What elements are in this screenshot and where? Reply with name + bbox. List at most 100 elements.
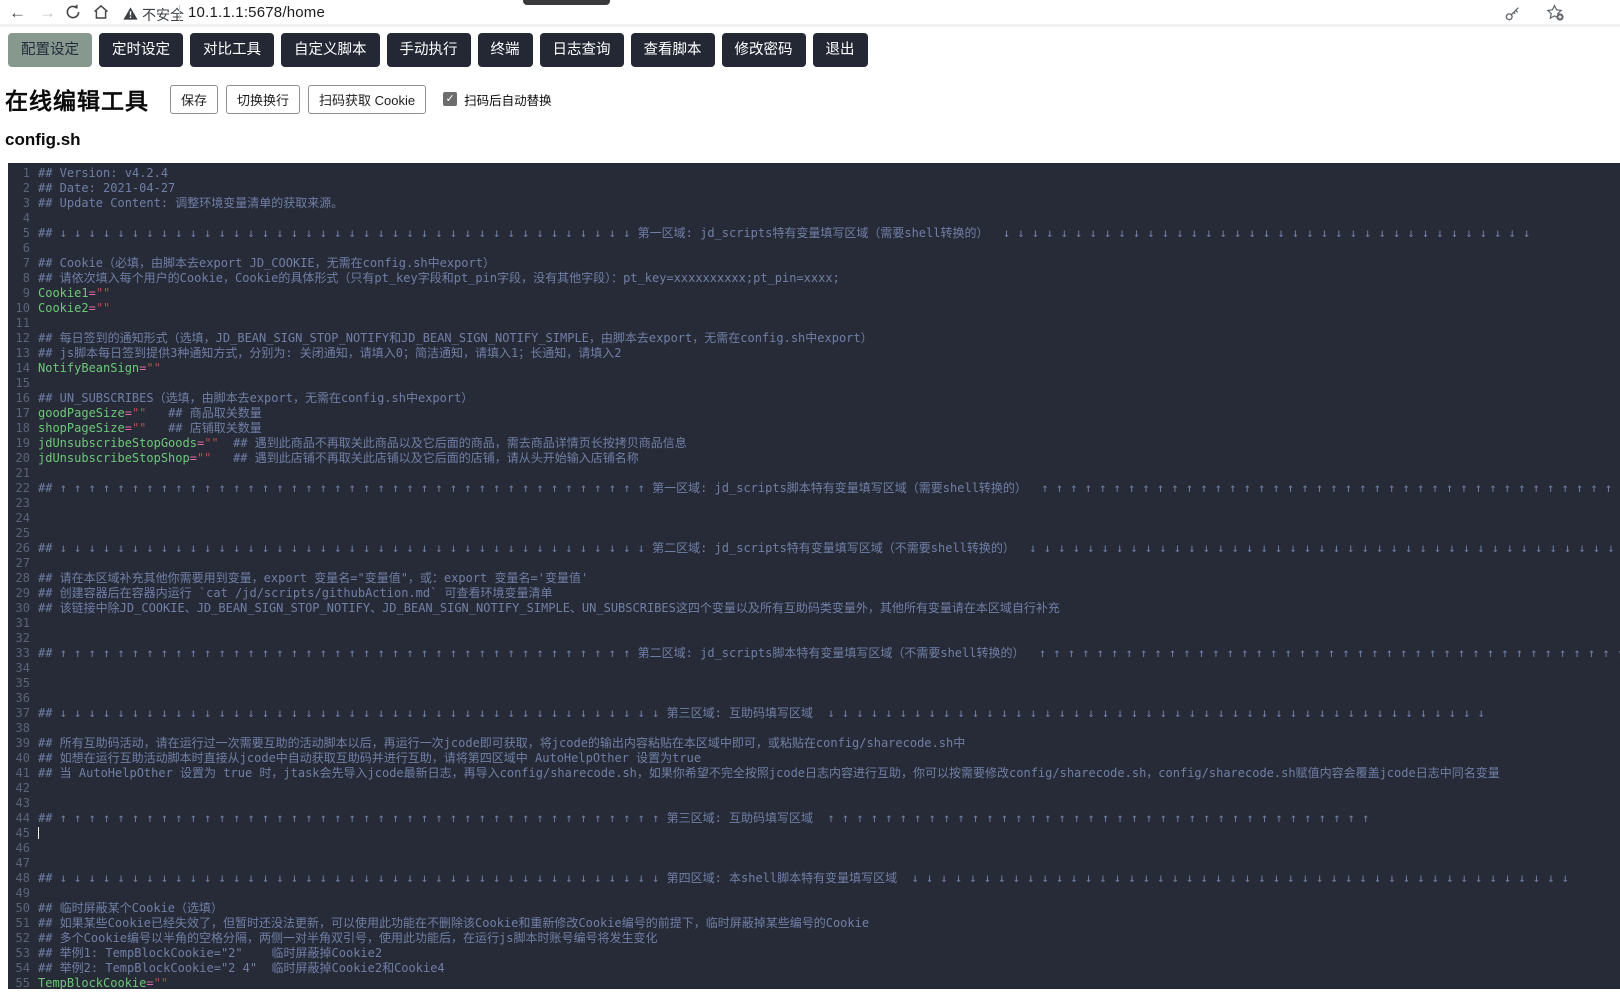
- editor-line[interactable]: 1## Version: v4.2.4: [8, 166, 1620, 181]
- nav-bar: 配置设定定时设定对比工具自定义脚本手动执行终端日志查询查看脚本修改密码退出: [0, 27, 1620, 67]
- editor-line[interactable]: 50 ## 临时屏蔽某个Cookie（选填）: [8, 901, 1620, 916]
- editor-line[interactable]: 32: [8, 631, 1620, 646]
- nav-terminal[interactable]: 终端: [478, 33, 533, 67]
- forward-icon[interactable]: →: [39, 2, 56, 24]
- home-icon[interactable]: [92, 3, 110, 21]
- editor-line[interactable]: 4: [8, 211, 1620, 226]
- editor-line[interactable]: 34: [8, 661, 1620, 676]
- save-button[interactable]: 保存: [170, 85, 218, 114]
- warning-icon[interactable]: [123, 7, 138, 20]
- editor-line[interactable]: 47: [8, 856, 1620, 871]
- editor-line[interactable]: 45: [8, 826, 1620, 841]
- editor-line[interactable]: 49: [8, 886, 1620, 901]
- editor-line[interactable]: 18shopPageSize="" ## 店铺取关数量: [8, 421, 1620, 436]
- editor-line[interactable]: 24: [8, 511, 1620, 526]
- editor-line[interactable]: 36: [8, 691, 1620, 706]
- editor-line[interactable]: 7## Cookie（必填，由脚本去export JD_COOKIE，无需在co…: [8, 256, 1620, 271]
- line-number: 50: [8, 901, 30, 916]
- editor-line[interactable]: 9Cookie1="": [8, 286, 1620, 301]
- nav-log-query[interactable]: 日志查询: [540, 33, 624, 67]
- nav-custom-script[interactable]: 自定义脚本: [281, 33, 380, 67]
- line-number: 28: [8, 571, 30, 586]
- line-number: 27: [8, 556, 30, 571]
- line-number: 31: [8, 616, 30, 631]
- nav-schedule[interactable]: 定时设定: [99, 33, 183, 67]
- editor-line[interactable]: 38: [8, 721, 1620, 736]
- editor-line[interactable]: 16## UN_SUBSCRIBES（选填，由脚本去export，无需在conf…: [8, 391, 1620, 406]
- editor-line[interactable]: 53## 举例1: TempBlockCookie="2" 临时屏蔽掉Cooki…: [8, 946, 1620, 961]
- line-content: ## ↓ ↓ ↓ ↓ ↓ ↓ ↓ ↓ ↓ ↓ ↓ ↓ ↓ ↓ ↓ ↓ ↓ ↓ ↓…: [38, 706, 1620, 721]
- editor-line[interactable]: 2## Date: 2021-04-27: [8, 181, 1620, 196]
- nav-logout[interactable]: 退出: [813, 33, 868, 67]
- line-content: goodPageSize="" ## 商品取关数量: [38, 406, 1620, 421]
- editor-line[interactable]: 51## 如果某些Cookie已经失效了，但暂时还没法更新，可以使用此功能在不删…: [8, 916, 1620, 931]
- editor-line[interactable]: 42: [8, 781, 1620, 796]
- auto-replace-checkbox[interactable]: ✓: [443, 92, 457, 106]
- editor-line[interactable]: 52## 多个Cookie编号以半角的空格分隔，两侧一对半角双引号，使用此功能后…: [8, 931, 1620, 946]
- line-number: 9: [8, 286, 30, 301]
- line-number: 15: [8, 376, 30, 391]
- reload-icon[interactable]: [64, 3, 82, 21]
- line-content: ## 临时屏蔽某个Cookie（选填）: [38, 901, 1620, 916]
- editor-line[interactable]: 22## ↑ ↑ ↑ ↑ ↑ ↑ ↑ ↑ ↑ ↑ ↑ ↑ ↑ ↑ ↑ ↑ ↑ ↑…: [8, 481, 1620, 496]
- nav-manual-run[interactable]: 手动执行: [387, 33, 471, 67]
- nav-config[interactable]: 配置设定: [8, 33, 92, 67]
- editor-line[interactable]: 13## js脚本每日签到提供3种通知方式，分别为: 关闭通知，请填入0；简洁通…: [8, 346, 1620, 361]
- editor-line[interactable]: 54## 举例2: TempBlockCookie="2 4" 临时屏蔽掉Coo…: [8, 961, 1620, 976]
- editor-line[interactable]: 35: [8, 676, 1620, 691]
- editor-line[interactable]: 41## 当 AutoHelpOther 设置为 true 时，jtask会先导…: [8, 766, 1620, 781]
- scan-cookie-button[interactable]: 扫码获取 Cookie: [308, 85, 426, 114]
- editor-line[interactable]: 12## 每日签到的通知形式（选填，JD_BEAN_SIGN_STOP_NOTI…: [8, 331, 1620, 346]
- editor-line[interactable]: 26## ↓ ↓ ↓ ↓ ↓ ↓ ↓ ↓ ↓ ↓ ↓ ↓ ↓ ↓ ↓ ↓ ↓ ↓…: [8, 541, 1620, 556]
- nav-diff-tool[interactable]: 对比工具: [190, 33, 274, 67]
- editor-line[interactable]: 55TempBlockCookie="": [8, 976, 1620, 989]
- editor-line[interactable]: 11: [8, 316, 1620, 331]
- editor-line[interactable]: 46: [8, 841, 1620, 856]
- editor-line[interactable]: 30## 该链接中除JD_COOKIE、JD_BEAN_SIGN_STOP_NO…: [8, 601, 1620, 616]
- editor-line[interactable]: 29## 创建容器后在容器内运行 `cat /jd/scripts/github…: [8, 586, 1620, 601]
- editor-line[interactable]: 44## ↑ ↑ ↑ ↑ ↑ ↑ ↑ ↑ ↑ ↑ ↑ ↑ ↑ ↑ ↑ ↑ ↑ ↑…: [8, 811, 1620, 826]
- editor-line[interactable]: 15: [8, 376, 1620, 391]
- editor-line[interactable]: 3## Update Content: 调整环境变量清单的获取来源。: [8, 196, 1620, 211]
- favorite-add-icon[interactable]: [1546, 4, 1565, 22]
- editor-line[interactable]: 48## ↓ ↓ ↓ ↓ ↓ ↓ ↓ ↓ ↓ ↓ ↓ ↓ ↓ ↓ ↓ ↓ ↓ ↓…: [8, 871, 1620, 886]
- editor-line[interactable]: 21: [8, 466, 1620, 481]
- toggle-wrap-button[interactable]: 切换换行: [226, 85, 300, 114]
- line-content: jdUnsubscribeStopGoods="" ## 遇到此商品不再取关此商…: [38, 436, 1620, 451]
- editor-line[interactable]: 8## 请依次填入每个用户的Cookie，Cookie的具体形式（只有pt_ke…: [8, 271, 1620, 286]
- editor-line[interactable]: 23: [8, 496, 1620, 511]
- editor-line[interactable]: 20jdUnsubscribeStopShop="" ## 遇到此店铺不再取关此…: [8, 451, 1620, 466]
- browser-tab-fragment[interactable]: [523, 0, 610, 5]
- editor-line[interactable]: 39## 所有互助码活动，请在运行过一次需要互助的活动脚本以后，再运行一次jco…: [8, 736, 1620, 751]
- editor-line[interactable]: 33## ↑ ↑ ↑ ↑ ↑ ↑ ↑ ↑ ↑ ↑ ↑ ↑ ↑ ↑ ↑ ↑ ↑ ↑…: [8, 646, 1620, 661]
- line-content: [38, 841, 1620, 856]
- line-content: [38, 796, 1620, 811]
- editor-line[interactable]: 10Cookie2="": [8, 301, 1620, 316]
- line-number: 13: [8, 346, 30, 361]
- editor-line[interactable]: 25: [8, 526, 1620, 541]
- editor-line[interactable]: 40## 如想在运行互助活动脚本时直接从jcode中自动获取互助码并进行互助，请…: [8, 751, 1620, 766]
- editor-line[interactable]: 19jdUnsubscribeStopGoods="" ## 遇到此商品不再取关…: [8, 436, 1620, 451]
- back-icon[interactable]: ←: [9, 2, 26, 24]
- editor-line[interactable]: 27: [8, 556, 1620, 571]
- line-content: [38, 631, 1620, 646]
- editor-line[interactable]: 6: [8, 241, 1620, 256]
- line-number: 52: [8, 931, 30, 946]
- code-editor[interactable]: 1## Version: v4.2.42## Date: 2021-04-273…: [8, 163, 1620, 989]
- nav-view-script[interactable]: 查看脚本: [631, 33, 715, 67]
- editor-line[interactable]: 43: [8, 796, 1620, 811]
- line-content: ## ↑ ↑ ↑ ↑ ↑ ↑ ↑ ↑ ↑ ↑ ↑ ↑ ↑ ↑ ↑ ↑ ↑ ↑ ↑…: [38, 481, 1620, 496]
- line-number: 21: [8, 466, 30, 481]
- line-number: 40: [8, 751, 30, 766]
- editor-line[interactable]: 14NotifyBeanSign="": [8, 361, 1620, 376]
- editor-line[interactable]: 28## 请在本区域补充其他你需要用到变量，export 变量名="变量值"，或…: [8, 571, 1620, 586]
- editor-line[interactable]: 37 ## ↓ ↓ ↓ ↓ ↓ ↓ ↓ ↓ ↓ ↓ ↓ ↓ ↓ ↓ ↓ ↓ ↓ ↓…: [8, 706, 1620, 721]
- security-label[interactable]: 不安全: [142, 5, 184, 25]
- editor-line[interactable]: 17goodPageSize="" ## 商品取关数量: [8, 406, 1620, 421]
- nav-change-password[interactable]: 修改密码: [722, 33, 806, 67]
- line-number: 37: [8, 706, 30, 721]
- editor-line[interactable]: 5## ↓ ↓ ↓ ↓ ↓ ↓ ↓ ↓ ↓ ↓ ↓ ↓ ↓ ↓ ↓ ↓ ↓ ↓ …: [8, 226, 1620, 241]
- url-text[interactable]: 10.1.1.1:5678/home: [188, 4, 325, 21]
- key-icon[interactable]: [1504, 5, 1521, 22]
- editor-line[interactable]: 31: [8, 616, 1620, 631]
